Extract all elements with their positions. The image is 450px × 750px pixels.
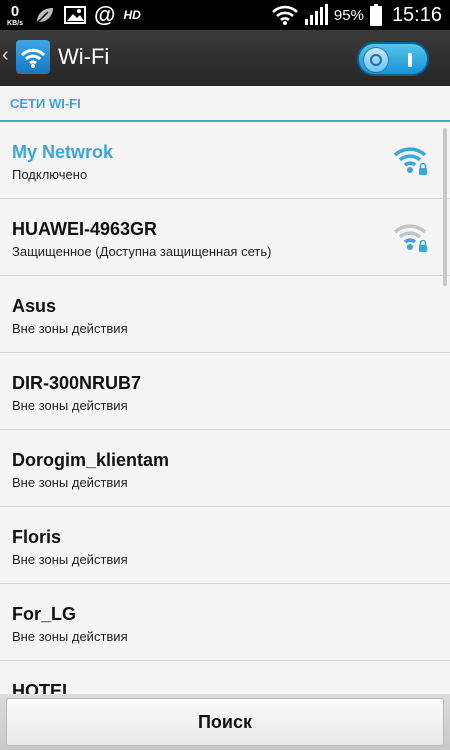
network-item[interactable]: For_LG Вне зоны действия: [0, 584, 450, 661]
network-name: Dorogim_klientam: [12, 450, 170, 470]
leaf-icon: [34, 5, 56, 25]
network-speed-unit: KB/s: [7, 19, 23, 27]
network-item[interactable]: My Netwrok Подключено: [0, 122, 450, 199]
network-status: Подключено: [12, 167, 88, 182]
network-status: Вне зоны действия: [12, 552, 128, 567]
network-status: Вне зоны действия: [12, 321, 128, 336]
scrollbar[interactable]: [443, 128, 447, 286]
network-item[interactable]: HOTEL: [0, 661, 450, 694]
wifi-toggle[interactable]: [357, 42, 429, 76]
network-name: HUAWEI-4963GR: [12, 219, 158, 239]
cell-signal-icon: [304, 4, 328, 26]
gallery-icon: [64, 5, 86, 25]
search-button[interactable]: Поиск: [6, 698, 444, 746]
network-item[interactable]: Floris Вне зоны действия: [0, 507, 450, 584]
network-status: Вне зоны действия: [12, 475, 128, 490]
network-name: Floris: [12, 527, 62, 547]
back-button[interactable]: ‹: [2, 44, 9, 67]
network-status: Вне зоны действия: [12, 629, 128, 644]
battery-icon: [369, 4, 382, 26]
network-item[interactable]: HUAWEI-4963GR Защищенное (Доступна защищ…: [0, 199, 450, 276]
hd-voice-icon: HD: [123, 8, 141, 22]
wifi-signal-weak-lock-icon: [392, 221, 430, 258]
network-name: My Netwrok: [12, 142, 114, 162]
clock: 15:16: [391, 3, 442, 26]
network-name: Asus: [12, 296, 57, 316]
network-speed-indicator: 0 KB/s: [4, 4, 26, 27]
wifi-signal-strong-lock-icon: [392, 144, 430, 181]
page-title: Wi-Fi: [58, 44, 110, 69]
network-speed-value: 0: [10, 2, 20, 20]
section-label: СЕТИ WI-FI: [10, 96, 81, 111]
email-at-icon: @: [94, 2, 116, 27]
wifi-settings-icon[interactable]: [16, 40, 50, 74]
network-status: Защищенное (Доступна защищенная сеть): [12, 244, 272, 259]
app-header: ‹ Wi-Fi: [0, 30, 450, 86]
wifi-status-icon: [271, 5, 298, 25]
network-name: For_LG: [12, 604, 77, 624]
toggle-on-indicator: [408, 53, 412, 67]
network-item[interactable]: Asus Вне зоны действия: [0, 276, 450, 353]
network-name: DIR-300NRUB7: [12, 373, 142, 393]
network-item[interactable]: Dorogim_klientam Вне зоны действия: [0, 430, 450, 507]
network-item[interactable]: DIR-300NRUB7 Вне зоны действия: [0, 353, 450, 430]
toggle-knob: [363, 47, 389, 73]
section-header: СЕТИ WI-FI: [0, 86, 450, 122]
network-name: HOTEL: [12, 681, 73, 694]
network-list[interactable]: My Netwrok Подключено HUAWEI-4963GR Защи…: [0, 122, 450, 694]
status-bar: 0 KB/s @ HD 95% 15:16: [0, 0, 450, 30]
network-status: Вне зоны действия: [12, 398, 128, 413]
battery-percent: 95%: [333, 6, 364, 24]
bottom-bar: Поиск: [0, 694, 450, 750]
